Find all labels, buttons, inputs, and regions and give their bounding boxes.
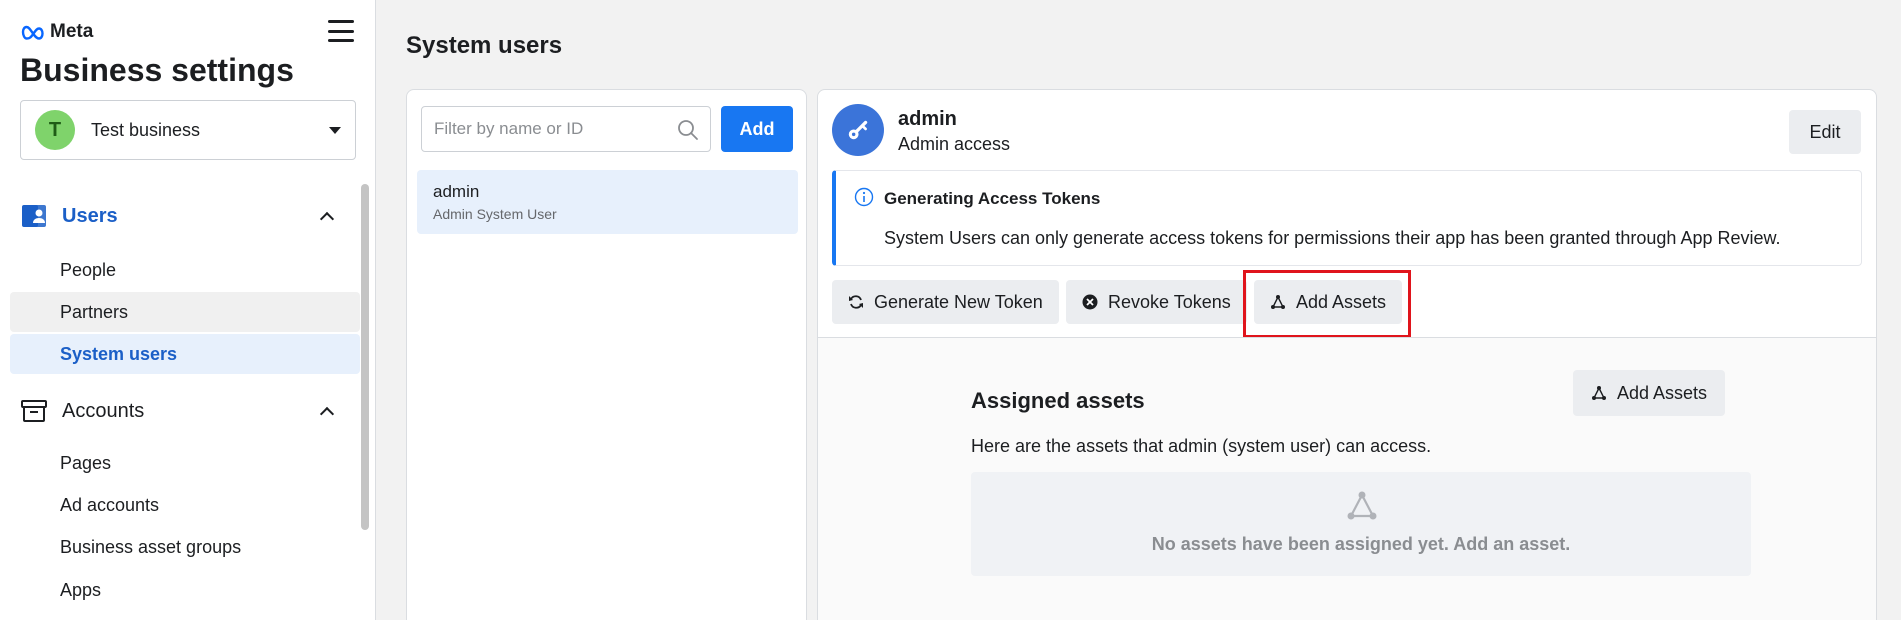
- generate-new-token-label: Generate New Token: [874, 291, 1043, 312]
- search-icon: [678, 120, 698, 140]
- edit-button[interactable]: Edit: [1789, 110, 1861, 154]
- chevron-up-icon: [319, 406, 335, 421]
- info-icon: [854, 187, 874, 207]
- close-circle-icon: [1082, 294, 1098, 310]
- revoke-tokens-label: Revoke Tokens: [1108, 291, 1231, 312]
- page-title: System users: [406, 32, 563, 59]
- business-name: Test business: [91, 119, 201, 140]
- empty-assets-text: No assets have been assigned yet. Add an…: [1151, 534, 1571, 554]
- sidebar-item-apps[interactable]: Apps: [10, 570, 360, 610]
- archive-box-icon: [20, 397, 48, 425]
- user-role: Admin access: [898, 134, 1011, 154]
- system-user-detail-panel: admin Admin access Edit Generating Acces…: [817, 89, 1877, 620]
- sidebar-item-pages[interactable]: Pages: [10, 443, 360, 483]
- user-name: admin: [898, 108, 957, 130]
- assigned-assets-add-label: Add Assets: [1617, 382, 1708, 403]
- sidebar-item-people[interactable]: People: [10, 250, 360, 290]
- business-avatar: T: [35, 110, 75, 150]
- users-icon: [20, 202, 48, 230]
- add-system-user-button[interactable]: Add: [721, 106, 793, 152]
- list-item[interactable]: admin Admin System User: [417, 170, 798, 234]
- access-token-notice: Generating Access Tokens System Users ca…: [832, 170, 1862, 266]
- sidebar-scrollbar[interactable]: [361, 184, 369, 530]
- filter-input[interactable]: [421, 106, 711, 152]
- notice-title: Generating Access Tokens: [884, 189, 1101, 208]
- sidebar-item-partners[interactable]: Partners: [10, 292, 360, 332]
- add-assets-label: Add Assets: [1296, 291, 1387, 312]
- nav-section-accounts[interactable]: Accounts: [10, 389, 360, 433]
- assigned-assets-description: Here are the assets that admin (system u…: [971, 436, 1432, 456]
- empty-assets-box: No assets have been assigned yet. Add an…: [971, 472, 1751, 576]
- chevron-up-icon: [319, 211, 335, 226]
- assigned-assets-add-button[interactable]: Add Assets: [1573, 370, 1726, 416]
- asset-network-icon: [1271, 295, 1285, 309]
- generate-new-token-button[interactable]: Generate New Token: [832, 280, 1059, 324]
- revoke-tokens-button[interactable]: Revoke Tokens: [1066, 280, 1247, 324]
- caret-down-icon: [329, 126, 341, 134]
- notice-body: System Users can only generate access to…: [884, 228, 1781, 248]
- list-item-name: admin: [433, 182, 480, 201]
- meta-infinity-icon: [21, 25, 44, 40]
- assigned-assets-section: Assigned assets Add Assets Here are the …: [818, 338, 1876, 620]
- sidebar-item-system-users[interactable]: System users: [10, 334, 360, 374]
- system-users-list-panel: Add admin Admin System User: [406, 89, 807, 620]
- key-avatar-icon: [832, 104, 884, 156]
- list-item-subtitle: Admin System User: [433, 206, 557, 222]
- nav-section-accounts-label: Accounts: [62, 399, 145, 422]
- sidebar-item-ad-accounts[interactable]: Ad accounts: [10, 485, 360, 525]
- add-assets-button[interactable]: Add Assets: [1254, 280, 1403, 324]
- meta-brand-text: Meta: [50, 21, 94, 42]
- sidebar: Meta Business settings T Test business U…: [0, 0, 376, 620]
- meta-logo[interactable]: Meta: [20, 20, 93, 44]
- asset-network-icon: [1347, 491, 1377, 520]
- nav-section-users-label: Users: [62, 204, 118, 227]
- nav-section-users[interactable]: Users: [10, 194, 360, 238]
- sidebar-item-business-asset-groups[interactable]: Business asset groups: [10, 527, 360, 567]
- business-selector[interactable]: T Test business: [20, 100, 356, 160]
- asset-network-icon: [1592, 386, 1606, 400]
- sidebar-title: Business settings: [20, 52, 294, 88]
- assigned-assets-title: Assigned assets: [971, 388, 1145, 413]
- refresh-icon: [849, 295, 863, 309]
- hamburger-menu-icon[interactable]: [328, 20, 354, 42]
